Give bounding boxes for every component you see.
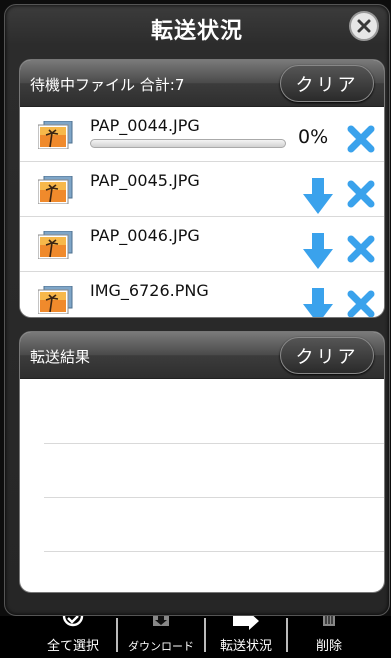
image-file-icon (38, 286, 73, 314)
dialog-title: 転送状況 (150, 19, 243, 44)
clear-pending-button[interactable]: クリア (280, 65, 374, 102)
delete-button[interactable]: 削除 (296, 616, 362, 658)
transfer-icon (233, 616, 259, 630)
check-circle-icon (62, 616, 84, 627)
list-item[interactable]: IMG_6726.PNG (20, 272, 384, 318)
image-file-icon (38, 176, 73, 204)
trash-icon (323, 616, 335, 626)
divider (44, 443, 384, 444)
pending-section: 待機中ファイル 合計:7 クリア PAP_0044.JPG 0% PAP_004… (19, 59, 385, 318)
download-button[interactable]: ダウンロード (120, 616, 202, 658)
list-item[interactable]: PAP_0046.JPG (20, 217, 384, 272)
download-arrow-icon (303, 288, 333, 317)
select-all-label: 全て選択 (46, 639, 99, 654)
pending-list[interactable]: PAP_0044.JPG 0% PAP_0045.JPG PAP_0046.JP… (20, 107, 384, 318)
divider (44, 497, 384, 498)
file-name: PAP_0046.JPG (90, 226, 200, 245)
list-item[interactable]: PAP_0045.JPG (20, 162, 384, 217)
delete-icon[interactable] (346, 289, 376, 318)
progress-percent: 0% (298, 126, 329, 148)
pending-header: 待機中ファイル 合計:7 クリア (20, 60, 384, 107)
download-arrow-icon (303, 233, 333, 269)
toolbar-separator (116, 618, 118, 652)
delete-icon[interactable] (346, 234, 376, 264)
screen: 転送状況 待機中ファイル 合計:7 クリア PAP_0044.JPG 0% PA… (0, 0, 391, 658)
transfer-status-dialog: 転送状況 待機中ファイル 合計:7 クリア PAP_0044.JPG 0% PA… (4, 4, 390, 616)
transfer-status-button[interactable]: 転送状況 (208, 616, 284, 658)
download-icon (153, 616, 169, 626)
file-name: PAP_0045.JPG (90, 171, 200, 190)
delete-icon[interactable] (346, 179, 376, 209)
delete-label: 削除 (315, 639, 342, 654)
delete-icon[interactable] (346, 124, 376, 154)
close-button[interactable] (349, 11, 379, 41)
toolbar-separator (204, 618, 206, 652)
pending-count-label: 待機中ファイル 合計:7 (30, 76, 185, 94)
transfer-status-label: 転送状況 (219, 639, 272, 654)
bottom-toolbar: 全て選択 ダウンロード 転送状況 削除 (0, 616, 391, 658)
clear-results-button[interactable]: クリア (280, 337, 374, 374)
download-label: ダウンロード (128, 640, 194, 653)
select-all-button[interactable]: 全て選択 (38, 616, 108, 658)
list-item[interactable]: PAP_0044.JPG 0% (20, 107, 384, 162)
results-header: 転送結果 クリア (20, 332, 384, 379)
progress-bar (90, 139, 286, 148)
download-arrow-icon (303, 178, 333, 214)
file-name: IMG_6726.PNG (90, 281, 209, 300)
close-icon (357, 19, 371, 33)
results-label: 転送結果 (30, 348, 91, 366)
file-name: PAP_0044.JPG (90, 116, 200, 135)
image-file-icon (38, 121, 73, 149)
results-section: 転送結果 クリア (19, 331, 385, 593)
divider (44, 551, 384, 552)
toolbar-separator (286, 618, 288, 652)
image-file-icon (38, 231, 73, 259)
results-list[interactable] (20, 379, 384, 592)
